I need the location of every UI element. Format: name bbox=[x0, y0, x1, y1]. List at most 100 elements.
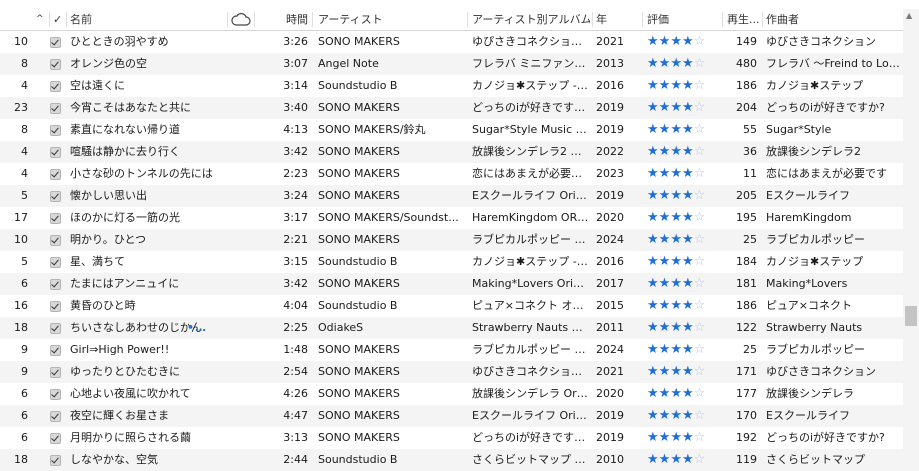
star-filled-icon[interactable]: ★ bbox=[682, 232, 694, 247]
checkbox-icon[interactable] bbox=[50, 433, 61, 444]
star-filled-icon[interactable]: ★ bbox=[659, 166, 671, 181]
header-year[interactable]: 年 bbox=[596, 9, 636, 30]
star-empty-icon[interactable]: ☆ bbox=[694, 56, 706, 71]
star-filled-icon[interactable]: ★ bbox=[670, 100, 682, 115]
star-filled-icon[interactable]: ★ bbox=[682, 78, 694, 93]
more-icon[interactable]: ••• bbox=[187, 317, 207, 339]
star-filled-icon[interactable]: ★ bbox=[659, 100, 671, 115]
star-empty-icon[interactable]: ☆ bbox=[694, 254, 706, 269]
star-filled-icon[interactable]: ★ bbox=[647, 210, 659, 225]
star-filled-icon[interactable]: ★ bbox=[670, 298, 682, 313]
star-filled-icon[interactable]: ★ bbox=[647, 342, 659, 357]
row-checkbox-cell[interactable] bbox=[50, 53, 64, 75]
table-row[interactable]: 9 Girl⇒High Power!! 1:48 SONO MAKERS ラブピカルポッ… bbox=[0, 339, 903, 361]
star-filled-icon[interactable]: ★ bbox=[682, 298, 694, 313]
star-filled-icon[interactable]: ★ bbox=[682, 122, 694, 137]
row-checkbox-cell[interactable] bbox=[50, 75, 64, 97]
row-checkbox-cell[interactable] bbox=[50, 119, 64, 141]
row-checkbox-cell[interactable] bbox=[50, 405, 64, 427]
star-filled-icon[interactable]: ★ bbox=[647, 320, 659, 335]
star-filled-icon[interactable]: ★ bbox=[647, 386, 659, 401]
track-rating[interactable]: ★★★★☆ bbox=[647, 31, 719, 53]
star-filled-icon[interactable]: ★ bbox=[647, 166, 659, 181]
star-empty-icon[interactable]: ☆ bbox=[694, 408, 706, 423]
star-empty-icon[interactable]: ☆ bbox=[694, 430, 706, 445]
star-empty-icon[interactable]: ☆ bbox=[694, 34, 706, 49]
table-row[interactable]: 8 素直になれない帰り道 4:13 SONO MAKERS/鈴丸 Sugar*Style… bbox=[0, 119, 903, 141]
table-row[interactable]: 5 星、満ちて 3:15 Soundstudio B カノジョ✱ステップ -ORI...… bbox=[0, 251, 903, 273]
table-row[interactable]: 4 喧騒は静かに去り行く 3:42 SONO MAKERS 放課後シンデレラ2 Ori.… bbox=[0, 141, 903, 163]
star-filled-icon[interactable]: ★ bbox=[682, 364, 694, 379]
track-rating[interactable]: ★★★★☆ bbox=[647, 295, 719, 317]
star-filled-icon[interactable]: ★ bbox=[659, 254, 671, 269]
star-empty-icon[interactable]: ☆ bbox=[694, 276, 706, 291]
star-empty-icon[interactable]: ☆ bbox=[694, 452, 706, 467]
row-checkbox-cell[interactable] bbox=[50, 273, 64, 295]
star-filled-icon[interactable]: ★ bbox=[659, 342, 671, 357]
star-filled-icon[interactable]: ★ bbox=[682, 210, 694, 225]
table-row[interactable]: 6 夜空に輝くお星さま 4:47 SONO MAKERS Eスクールライフ Origin… bbox=[0, 405, 903, 427]
header-time[interactable]: 時間 bbox=[258, 9, 308, 30]
track-rating[interactable]: ★★★★☆ bbox=[647, 53, 719, 75]
track-rating[interactable]: ★★★★☆ bbox=[647, 97, 719, 119]
star-filled-icon[interactable]: ★ bbox=[670, 364, 682, 379]
table-row[interactable]: 9 ゆったりとひたむきに 2:54 SONO MAKERS ゆびさきコネクション O..… bbox=[0, 361, 903, 383]
star-filled-icon[interactable]: ★ bbox=[647, 408, 659, 423]
star-filled-icon[interactable]: ★ bbox=[682, 452, 694, 467]
star-filled-icon[interactable]: ★ bbox=[670, 166, 682, 181]
table-row[interactable]: 4 小さな砂のトンネルの先には 2:23 SONO MAKERS 恋にはあまえが必要です… bbox=[0, 163, 903, 185]
star-filled-icon[interactable]: ★ bbox=[670, 342, 682, 357]
row-checkbox-cell[interactable] bbox=[50, 383, 64, 405]
star-filled-icon[interactable]: ★ bbox=[682, 100, 694, 115]
track-rating[interactable]: ★★★★☆ bbox=[647, 339, 719, 361]
star-filled-icon[interactable]: ★ bbox=[647, 364, 659, 379]
scrollbar-thumb[interactable] bbox=[905, 306, 917, 326]
star-filled-icon[interactable]: ★ bbox=[670, 232, 682, 247]
checkbox-icon[interactable] bbox=[50, 455, 61, 466]
star-filled-icon[interactable]: ★ bbox=[659, 298, 671, 313]
table-row[interactable]: 5 懐かしい思い出 3:24 SONO MAKERS Eスクールライフ Origin..… bbox=[0, 185, 903, 207]
table-row[interactable]: 17 ほのかに灯る一筋の光 3:17 SONO MAKERS/Soundst... Ha… bbox=[0, 207, 903, 229]
row-checkbox-cell[interactable] bbox=[50, 339, 64, 361]
star-filled-icon[interactable]: ★ bbox=[670, 188, 682, 203]
header-plays[interactable]: 再生... bbox=[727, 9, 761, 30]
table-row[interactable]: 18 しなやかな、空気 2:44 Soundstudio B さくらビットマップ オリジ… bbox=[0, 449, 903, 471]
cloud-icon[interactable] bbox=[231, 13, 251, 29]
row-checkbox-cell[interactable] bbox=[50, 97, 64, 119]
star-filled-icon[interactable]: ★ bbox=[670, 78, 682, 93]
track-rating[interactable]: ★★★★☆ bbox=[647, 317, 719, 339]
table-row[interactable]: 6 心地よい夜風に吹かれて 4:26 SONO MAKERS 放課後シンデレラ Ori.… bbox=[0, 383, 903, 405]
star-filled-icon[interactable]: ★ bbox=[659, 144, 671, 159]
track-rating[interactable]: ★★★★☆ bbox=[647, 141, 719, 163]
star-filled-icon[interactable]: ★ bbox=[682, 430, 694, 445]
table-row[interactable]: 6 たまにはアンニュイに 3:42 SONO MAKERS Making*Lovers … bbox=[0, 273, 903, 295]
star-empty-icon[interactable]: ☆ bbox=[694, 166, 706, 181]
checkbox-icon[interactable] bbox=[50, 411, 61, 422]
star-empty-icon[interactable]: ☆ bbox=[694, 100, 706, 115]
star-empty-icon[interactable]: ☆ bbox=[694, 122, 706, 137]
track-rating[interactable]: ★★★★☆ bbox=[647, 273, 719, 295]
scroll-up-icon[interactable]: ▲ bbox=[906, 11, 912, 20]
table-row[interactable]: 18ちいさなしあわせのじかん•••2:25OdiakeSStrawberry N… bbox=[0, 317, 903, 339]
star-empty-icon[interactable]: ☆ bbox=[694, 298, 706, 313]
header-composer[interactable]: 作曲者 bbox=[766, 9, 896, 30]
row-checkbox-cell[interactable] bbox=[50, 449, 64, 471]
table-row[interactable]: 16 黄昏のひと時 4:04 Soundstudio B ピュア×コネクト オリ... 2… bbox=[0, 295, 903, 317]
track-rating[interactable]: ★★★★☆ bbox=[647, 361, 719, 383]
star-filled-icon[interactable]: ★ bbox=[670, 56, 682, 71]
star-filled-icon[interactable]: ★ bbox=[670, 386, 682, 401]
star-empty-icon[interactable]: ☆ bbox=[694, 386, 706, 401]
track-rating[interactable]: ★★★★☆ bbox=[647, 207, 719, 229]
star-filled-icon[interactable]: ★ bbox=[670, 408, 682, 423]
star-filled-icon[interactable]: ★ bbox=[670, 452, 682, 467]
sort-up-icon[interactable]: ^ bbox=[36, 9, 46, 30]
checkbox-icon[interactable] bbox=[50, 279, 61, 290]
star-filled-icon[interactable]: ★ bbox=[647, 144, 659, 159]
header-check[interactable]: ✓ bbox=[53, 9, 65, 30]
track-rating[interactable]: ★★★★☆ bbox=[647, 251, 719, 273]
star-filled-icon[interactable]: ★ bbox=[682, 56, 694, 71]
header-album-artist[interactable]: アーティスト別アルバム bbox=[472, 9, 590, 30]
star-filled-icon[interactable]: ★ bbox=[659, 430, 671, 445]
star-empty-icon[interactable]: ☆ bbox=[694, 144, 706, 159]
row-checkbox-cell[interactable] bbox=[50, 361, 64, 383]
